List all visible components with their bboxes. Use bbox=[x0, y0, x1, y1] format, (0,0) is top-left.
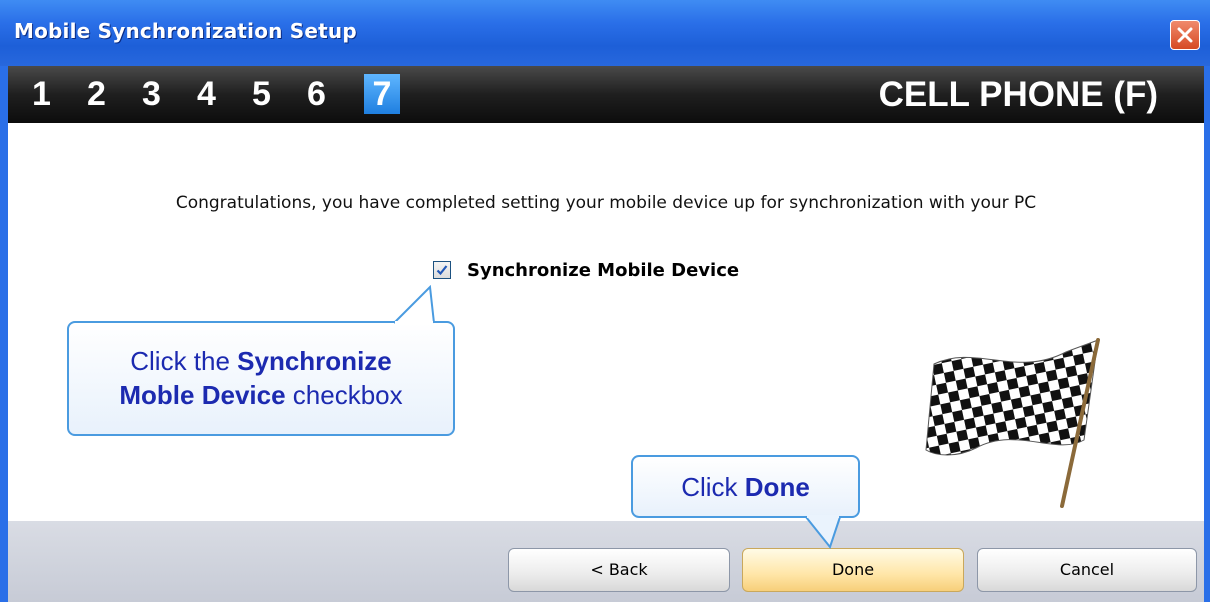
sync-checkbox-row[interactable]: Synchronize Mobile Device bbox=[433, 257, 739, 283]
window-frame-left bbox=[0, 66, 8, 602]
step-list: 1 2 3 4 5 6 7 bbox=[32, 74, 400, 114]
checkbox-hint-pointer bbox=[393, 285, 435, 325]
setup-window: Mobile Synchronization Setup 1 2 3 4 5 6… bbox=[0, 0, 1210, 602]
completion-message: Congratulations, you have completed sett… bbox=[175, 193, 1037, 213]
checkbox-hint-bold1: Synchronize bbox=[237, 346, 392, 376]
device-name: CELL PHONE (F) bbox=[878, 75, 1158, 114]
checkbox-hint-suffix: checkbox bbox=[285, 380, 403, 410]
title-bar[interactable]: Mobile Synchronization Setup bbox=[0, 0, 1210, 66]
done-hint-bold: Done bbox=[744, 472, 810, 502]
checkered-flag-icon bbox=[925, 338, 1100, 508]
step-7-active: 7 bbox=[364, 74, 400, 114]
checkbox-hint-prefix: Click the bbox=[130, 346, 238, 376]
step-2: 2 bbox=[87, 75, 106, 113]
checkbox-hint-bold2: Moble Device bbox=[119, 380, 286, 410]
done-button[interactable]: Done bbox=[742, 548, 964, 592]
step-4: 4 bbox=[197, 75, 216, 113]
sync-checkbox-label[interactable]: Synchronize Mobile Device bbox=[467, 260, 739, 281]
close-icon bbox=[1177, 27, 1193, 43]
step-3: 3 bbox=[142, 75, 161, 113]
checkbox-hint-callout: Click the Synchronize Moble Device check… bbox=[67, 321, 455, 436]
done-hint-callout: Click Done bbox=[631, 455, 860, 518]
done-hint-pointer bbox=[805, 515, 841, 549]
cancel-button[interactable]: Cancel bbox=[977, 548, 1197, 592]
back-button[interactable]: < Back bbox=[508, 548, 730, 592]
done-hint-prefix: Click bbox=[681, 472, 745, 502]
step-5: 5 bbox=[252, 75, 271, 113]
sync-checkbox[interactable] bbox=[433, 261, 451, 279]
step-6: 6 bbox=[307, 75, 326, 113]
window-frame-right bbox=[1204, 66, 1210, 602]
step-1: 1 bbox=[32, 75, 51, 113]
close-button[interactable] bbox=[1170, 20, 1200, 50]
window-title: Mobile Synchronization Setup bbox=[14, 19, 357, 43]
checkmark-icon bbox=[436, 265, 448, 276]
step-bar: 1 2 3 4 5 6 7 CELL PHONE (F) bbox=[8, 66, 1204, 123]
